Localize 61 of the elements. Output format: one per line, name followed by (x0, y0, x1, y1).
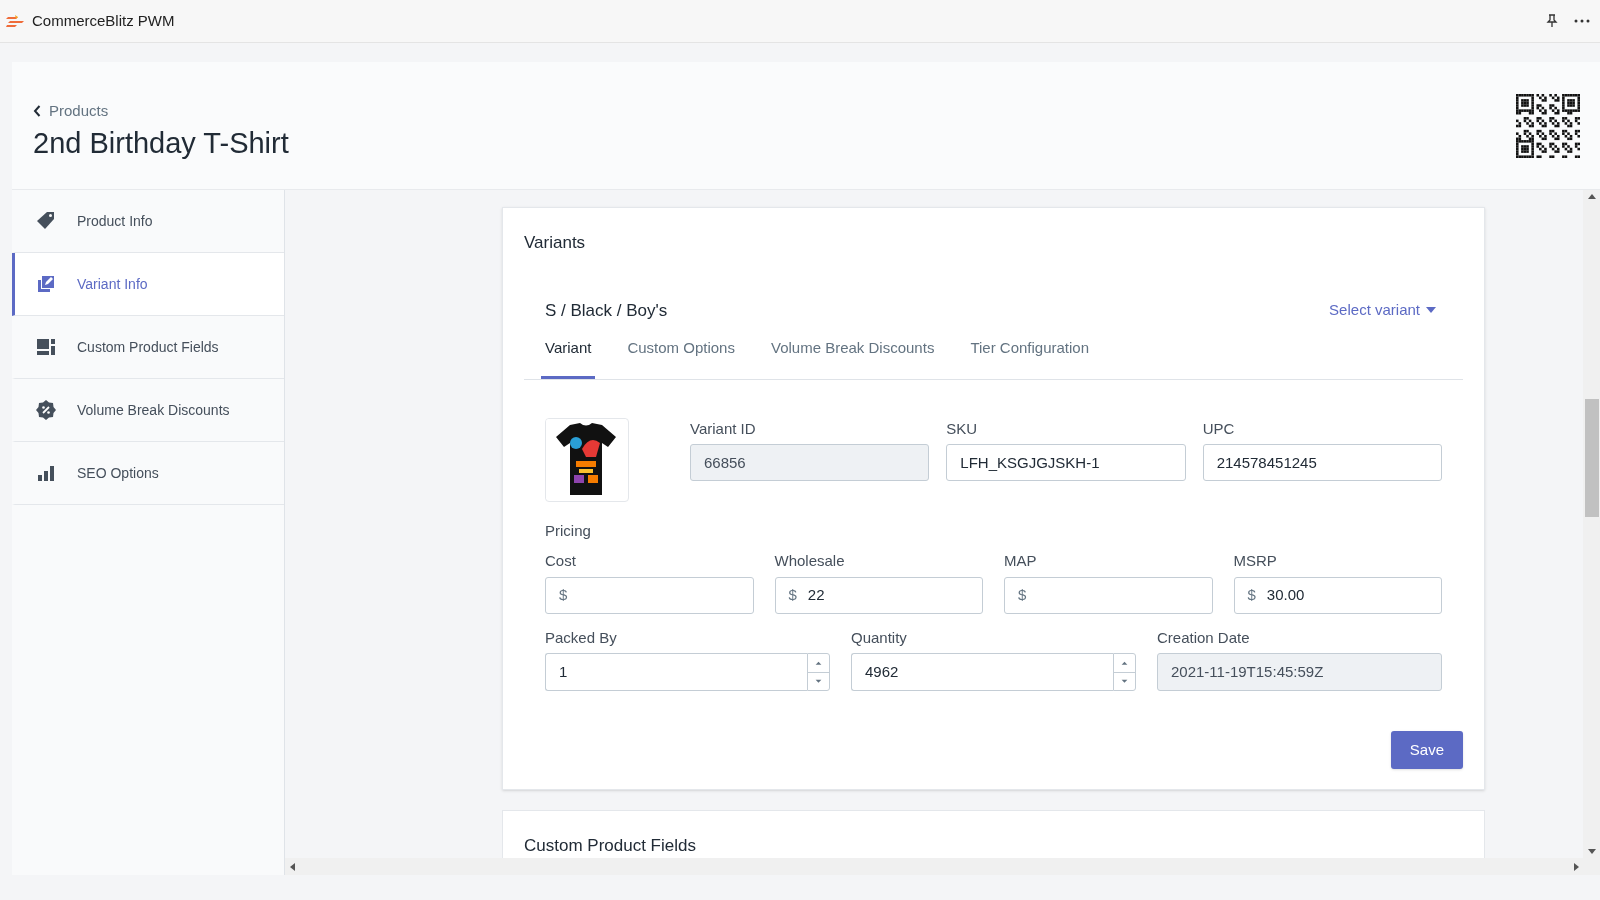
field-label: SKU (946, 418, 979, 439)
field-label: Quantity (851, 627, 908, 648)
field-label: MAP (1004, 551, 1038, 571)
currency-field[interactable]: $ 30.00 (1233, 576, 1442, 614)
field-label: Cost (545, 551, 577, 571)
chevron-left-icon (33, 105, 41, 118)
price-value[interactable]: 22 (807, 583, 969, 607)
back-link[interactable]: Products (33, 100, 289, 123)
currency-prefix: $ (788, 584, 797, 605)
currency-prefix: $ (1018, 584, 1027, 605)
currency-field[interactable]: $ (545, 576, 754, 614)
field-label: UPC (1202, 418, 1236, 439)
spinner-control[interactable] (807, 653, 830, 691)
app-logo-icon (6, 14, 24, 28)
field-label: MSRP (1233, 551, 1278, 571)
text-field[interactable]: LFH_KSGJGJSKH-1 (946, 444, 1186, 481)
select-variant-dropdown[interactable]: Select variant (1329, 299, 1436, 322)
tab[interactable]: Variant (541, 337, 596, 379)
edit-icon (36, 274, 56, 294)
tag-icon (36, 211, 56, 231)
save-button[interactable]: Save (1390, 731, 1463, 769)
sidebar-item[interactable]: SEO Options (12, 442, 284, 505)
currency-field[interactable]: $ (1004, 576, 1213, 614)
scroll-left-icon[interactable] (289, 862, 295, 871)
currency-prefix: $ (1247, 584, 1256, 605)
scroll-down-icon[interactable] (1587, 849, 1596, 855)
scroll-right-icon[interactable] (1574, 862, 1580, 871)
section-label: Pricing (544, 520, 592, 541)
pin-icon[interactable] (1546, 14, 1558, 28)
qr-code (1516, 93, 1580, 158)
card-title: Variants (524, 232, 587, 254)
tab[interactable]: Tier Configuration (966, 337, 1094, 379)
bar-chart-icon (36, 463, 56, 483)
field-label: Variant ID (690, 418, 757, 439)
tab[interactable]: Custom Options (623, 337, 739, 379)
tab[interactable]: Volume Break Discounts (766, 337, 939, 379)
sidebar-item[interactable]: Custom Product Fields (12, 316, 284, 379)
field-label: Wholesale (774, 551, 846, 571)
price-value[interactable]: 30.00 (1266, 583, 1428, 607)
currency-field[interactable]: $ 22 (774, 576, 983, 614)
app-title: CommerceBlitz PWM (32, 10, 175, 31)
card-title: Custom Product Fields (524, 835, 697, 857)
dashboard-icon (36, 337, 56, 357)
vertical-scrollbar[interactable] (1583, 190, 1600, 858)
field-label: Packed By (545, 627, 618, 648)
currency-prefix: $ (559, 584, 568, 605)
discount-badge-icon (36, 400, 56, 420)
scroll-thumb[interactable] (1584, 399, 1599, 517)
caret-down-icon (1426, 307, 1436, 314)
field-label: Creation Date (1157, 627, 1251, 648)
text-field[interactable]: 214578451245 (1202, 444, 1442, 481)
spinner-control[interactable] (1113, 653, 1136, 691)
page-title: 2nd Birthday T-Shirt (33, 125, 289, 161)
variant-name: S / Black / Boy's (545, 299, 668, 322)
number-field[interactable]: 4962 (851, 653, 1113, 691)
sidebar-item[interactable]: Volume Break Discounts (12, 379, 284, 442)
horizontal-scrollbar[interactable] (285, 858, 1600, 875)
sidebar-item[interactable]: Variant Info (12, 253, 284, 316)
scroll-up-icon[interactable] (1587, 193, 1596, 199)
more-options-icon[interactable] (1574, 19, 1590, 23)
number-field[interactable]: 1 (545, 653, 807, 691)
